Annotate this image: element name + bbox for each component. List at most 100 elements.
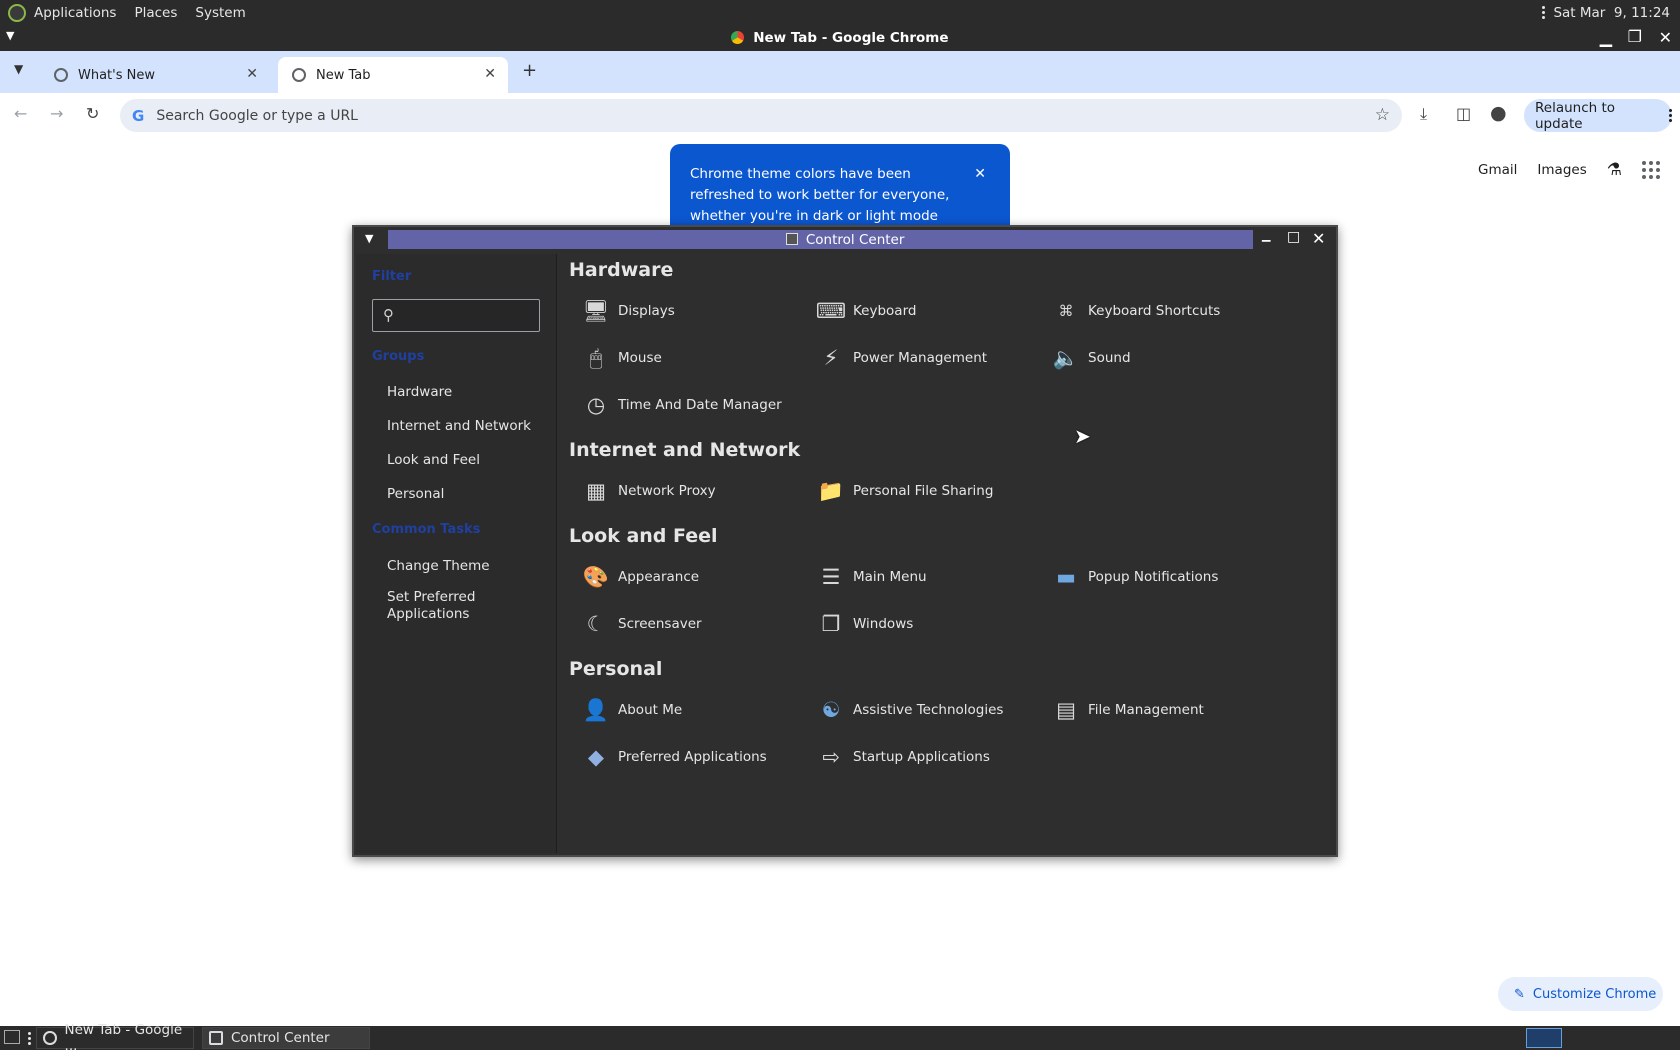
tab-close-icon[interactable]: ✕	[246, 66, 258, 82]
item-main-menu[interactable]: ☰ Main Menu	[815, 560, 927, 594]
mate-logo-icon[interactable]	[8, 3, 26, 22]
google-apps-icon[interactable]	[1642, 161, 1660, 179]
bubble-close-icon[interactable]: ✕	[974, 164, 986, 185]
preferred-apps-icon: ◆	[587, 745, 605, 769]
filter-search-input[interactable]: ⚲	[372, 299, 540, 332]
maximize-icon[interactable]: □	[1287, 229, 1300, 245]
item-time-and-date-manager[interactable]: ◷ Time And Date Manager	[580, 388, 782, 422]
applications-menu[interactable]: Applications	[34, 5, 116, 21]
menu-icon: ☰	[821, 565, 841, 589]
tab-label: New Tab	[316, 67, 371, 83]
minimize-icon[interactable]: ▁	[1600, 28, 1612, 47]
control-center-titlebar[interactable]: ▼ Control Center ▁ □ ✕	[354, 227, 1336, 252]
item-label: Main Menu	[853, 569, 927, 585]
sidebar-group-internet-network[interactable]: Internet and Network	[387, 418, 531, 434]
clock[interactable]: Sat Mar 9, 11:24	[1553, 5, 1670, 21]
keyboard-icon: ⌨	[815, 299, 847, 323]
back-arrow-icon[interactable]: ←	[14, 104, 27, 123]
item-keyboard[interactable]: ⌨ Keyboard	[815, 294, 917, 328]
system-top-panel: Applications Places System Sat Mar 9, 11…	[0, 0, 1680, 25]
tab-strip: ▼ What's New ✕ New Tab ✕ +	[0, 51, 1680, 93]
ntp-top-links: Gmail Images ⚗	[1478, 160, 1660, 180]
customize-chrome-button[interactable]: ✎ Customize Chrome	[1498, 977, 1663, 1011]
item-label: Keyboard Shortcuts	[1088, 303, 1221, 319]
screensaver-icon: ☾	[586, 612, 606, 636]
tab-new-tab[interactable]: New Tab ✕	[278, 57, 508, 93]
chrome-toolbar: ← → ↻ G Search Google or type a URL ☆ ⤓ …	[0, 93, 1680, 137]
chrome-menu-icon[interactable]	[1669, 109, 1672, 122]
item-label: Screensaver	[618, 616, 702, 632]
item-keyboard-shortcuts[interactable]: ⌘ Keyboard Shortcuts	[1050, 294, 1221, 328]
mouse-icon: 🖱	[589, 345, 603, 370]
item-startup-applications[interactable]: ⇨ Startup Applications	[815, 740, 990, 774]
item-displays[interactable]: 🖥 Displays	[580, 294, 675, 328]
gmail-link[interactable]: Gmail	[1478, 162, 1517, 178]
chrome-logo-icon	[731, 31, 745, 44]
address-bar[interactable]: G Search Google or type a URL ☆	[120, 99, 1402, 132]
chrome-window-titlebar[interactable]: ▼ New Tab - Google Chrome ▁ ❐ ✕	[0, 25, 1680, 51]
item-appearance[interactable]: 🎨 Appearance	[580, 560, 699, 594]
item-label: Sound	[1088, 350, 1131, 366]
item-screensaver[interactable]: ☾ Screensaver	[580, 607, 702, 641]
profile-avatar-icon[interactable]: ●	[1490, 102, 1507, 124]
item-personal-file-sharing[interactable]: 📁 Personal File Sharing	[815, 474, 993, 508]
taskbar-item-control-center[interactable]: Control Center	[202, 1027, 370, 1049]
forward-arrow-icon[interactable]: →	[50, 104, 63, 123]
appearance-icon: 🎨	[582, 564, 610, 589]
group-title-personal: Personal	[569, 658, 663, 680]
item-label: Keyboard	[853, 303, 917, 319]
speaker-icon: 🔈	[1052, 345, 1080, 370]
sidebar-group-look-and-feel[interactable]: Look and Feel	[387, 452, 480, 468]
taskbar-item-chrome[interactable]: New Tab - Google ...	[36, 1022, 194, 1050]
item-network-proxy[interactable]: ▦ Network Proxy	[580, 474, 716, 508]
reload-icon[interactable]: ↻	[86, 104, 99, 123]
new-tab-plus-icon[interactable]: +	[522, 60, 537, 81]
close-icon[interactable]: ✕	[1312, 229, 1325, 248]
download-icon[interactable]: ⤓	[1420, 104, 1427, 124]
keyboard-shortcuts-icon: ⌘	[1058, 302, 1074, 320]
tab-close-icon[interactable]: ✕	[484, 66, 496, 82]
item-power-management[interactable]: ⚡ Power Management	[815, 341, 987, 375]
tab-whats-new[interactable]: What's New ✕	[40, 57, 270, 93]
item-sound[interactable]: 🔈 Sound	[1050, 341, 1131, 375]
side-panel-icon[interactable]: ◫	[1456, 104, 1471, 123]
item-preferred-applications[interactable]: ◆ Preferred Applications	[580, 740, 767, 774]
workspace-switcher[interactable]	[1526, 1028, 1562, 1048]
minimize-icon[interactable]: ▁	[1262, 229, 1270, 242]
item-popup-notifications[interactable]: ▬ Popup Notifications	[1050, 560, 1218, 594]
bookmark-star-icon[interactable]: ☆	[1375, 105, 1390, 125]
tab-search-icon[interactable]: ▼	[14, 62, 23, 76]
sidebar-group-personal[interactable]: Personal	[387, 486, 444, 502]
task-set-preferred-applications[interactable]: Set Preferred Applications	[387, 589, 517, 623]
maximize-icon[interactable]: ❐	[1628, 27, 1642, 46]
item-label: Mouse	[618, 350, 662, 366]
monitor-icon: 🖥	[582, 298, 610, 323]
sidebar-group-hardware[interactable]: Hardware	[387, 384, 452, 400]
item-file-management[interactable]: ▤ File Management	[1050, 693, 1204, 727]
images-link[interactable]: Images	[1537, 162, 1586, 178]
item-label: Network Proxy	[618, 483, 716, 499]
relaunch-to-update-button[interactable]: Relaunch to update	[1524, 99, 1672, 132]
windows-icon: ❐	[821, 612, 841, 636]
item-label: Personal File Sharing	[853, 483, 994, 499]
theme-bubble-text: Chrome theme colors have been refreshed …	[690, 166, 950, 224]
item-mouse[interactable]: 🖱 Mouse	[580, 341, 662, 375]
control-center-app-icon	[785, 233, 798, 245]
task-change-theme[interactable]: Change Theme	[387, 558, 490, 574]
system-menu[interactable]: System	[195, 5, 245, 21]
chrome-favicon-icon	[54, 68, 68, 82]
chrome-logo-icon	[43, 1031, 57, 1045]
item-windows[interactable]: ❐ Windows	[815, 607, 914, 641]
group-title-look-and-feel: Look and Feel	[569, 525, 718, 547]
close-icon[interactable]: ✕	[1659, 28, 1672, 47]
pencil-icon: ✎	[1514, 986, 1525, 1002]
item-assistive-technologies[interactable]: ☯ Assistive Technologies	[815, 693, 1004, 727]
control-center-sidebar: Filter ⚲ Groups Hardware Internet and Ne…	[356, 254, 557, 853]
labs-flask-icon[interactable]: ⚗	[1607, 160, 1622, 180]
places-menu[interactable]: Places	[134, 5, 177, 21]
system-bottom-panel: New Tab - Google ... Control Center	[0, 1022, 1680, 1050]
item-about-me[interactable]: 👤 About Me	[580, 693, 682, 727]
theme-refresh-bubble: Chrome theme colors have been refreshed …	[670, 144, 1010, 226]
show-desktop-icon[interactable]	[4, 1030, 20, 1044]
common-tasks-header: Common Tasks	[372, 522, 481, 537]
